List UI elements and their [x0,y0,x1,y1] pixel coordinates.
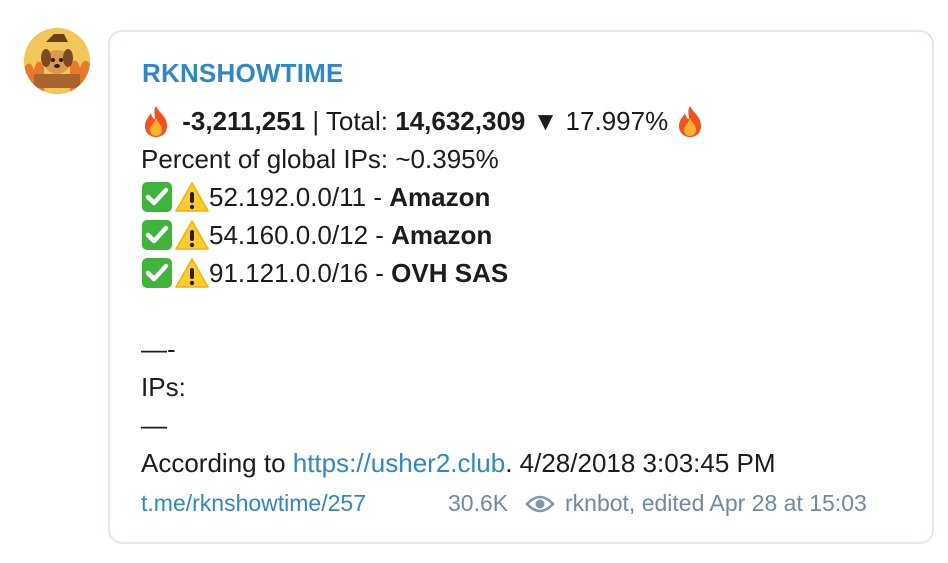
percent-line: Percent of global IPs: ~0.395% [141,144,499,174]
fire-icon [675,105,709,137]
channel-name[interactable]: RKNSHOWTIME [142,58,344,89]
ip-range-row: 52.192.0.0/11 - Amazon [141,178,931,216]
ip-range-dash: - [368,220,392,250]
ip-range-row: 54.160.0.0/12 - Amazon [141,216,931,254]
ip-range-owner: Amazon [389,182,491,212]
ip-range-dash: - [368,258,392,288]
ip-range-owner: Amazon [391,220,493,250]
check-mark-button-icon [141,181,175,212]
total-label: | Total: [305,106,396,136]
ip-range-dash: - [366,182,390,212]
ip-range-owner: OVH SAS [391,258,509,288]
this-is-fine-dog-icon [24,28,90,94]
ip-range-cidr: 91.121.0.0/16 [209,258,369,288]
according-timestamp: . 4/28/2018 3:03:45 PM [505,448,776,478]
author-edited: rknbot, edited Apr 28 at 15:03 [565,490,867,516]
according-line: According to https://usher2.club. 4/28/2… [141,444,931,482]
warning-icon [175,257,209,288]
warning-icon [175,181,209,212]
view-count: 30.6K [448,490,509,516]
post-link[interactable]: t.me/rknshowtime/257 [141,490,366,517]
message-bubble: RKNSHOWTIME -3,211,251 | Total: 14,632,3… [108,30,934,544]
according-prefix: According to [141,448,293,478]
change-value: ▼ 17.997% [525,106,676,136]
total-line: -3,211,251 | Total: 14,632,309 ▼ 17.997% [141,102,931,140]
warning-icon [175,219,209,250]
divider-text: — [141,410,167,440]
ip-range-row: 91.121.0.0/16 - OVH SAS [141,254,931,292]
source-link[interactable]: https://usher2.club [293,448,505,478]
message-text: -3,211,251 | Total: 14,632,309 ▼ 17.997%… [141,102,931,482]
fire-icon [141,105,175,137]
eye-icon [525,495,555,513]
total-value: 14,632,309 [395,106,526,136]
ip-range-cidr: 52.192.0.0/11 [209,182,367,212]
ips-label: IPs: [141,372,186,402]
check-mark-button-icon [141,219,175,250]
check-mark-button-icon [141,257,175,288]
channel-avatar[interactable] [24,28,90,94]
divider-text: —- [141,334,176,364]
ip-range-cidr: 54.160.0.0/12 [209,220,369,250]
delta-value: -3,211,251 [182,106,306,136]
